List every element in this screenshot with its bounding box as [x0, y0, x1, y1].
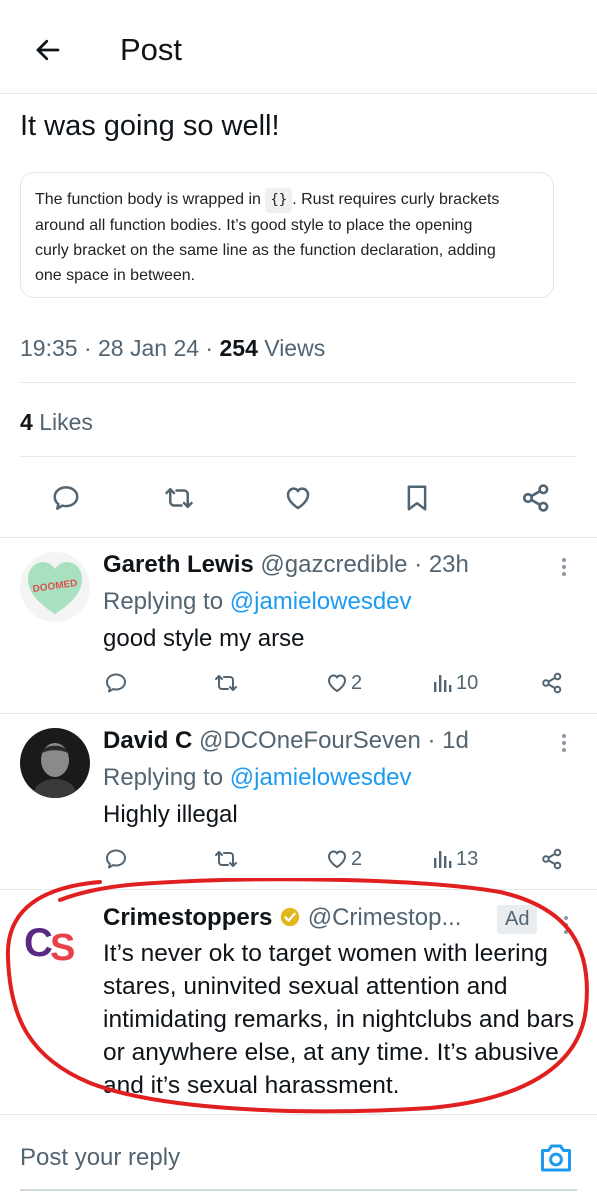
views-label: Views	[264, 335, 326, 361]
reply-views-button[interactable]: 10	[432, 671, 478, 695]
divider	[0, 713, 597, 714]
card-line1-post: . Rust requires curly brackets	[292, 191, 500, 208]
reply-author-line: Gareth Lewis @gazcredible · 23h	[103, 551, 469, 578]
card-line3: curly bracket on the same line as the fu…	[35, 242, 496, 259]
page-title: Post	[120, 32, 183, 67]
share-button[interactable]	[514, 476, 558, 520]
likes-count: 4	[20, 409, 33, 435]
like-count: 2	[351, 847, 363, 870]
camera-icon	[541, 1144, 571, 1172]
divider	[0, 537, 597, 538]
reply-share-button[interactable]	[540, 847, 564, 871]
author-name[interactable]: David C	[103, 727, 192, 754]
bookmark-icon	[407, 485, 427, 511]
likes-label: Likes	[39, 409, 93, 435]
reply-share-button[interactable]	[540, 671, 564, 695]
heart-icon	[286, 487, 310, 510]
reply-input[interactable]: Post your reply	[20, 1143, 180, 1173]
reply-underline	[20, 1189, 577, 1191]
more-options-icon[interactable]	[556, 728, 572, 758]
reply-like-button[interactable]: 2	[325, 671, 362, 695]
share-icon	[542, 672, 562, 694]
bar-chart-icon	[434, 851, 452, 868]
card-line4: one space in between.	[35, 267, 196, 284]
post-text: It was going so well!	[20, 110, 280, 142]
divider	[20, 382, 577, 383]
post-age: 1d	[442, 727, 469, 754]
reply-views-button[interactable]: 13	[432, 847, 478, 871]
post-date: 28 Jan 24	[98, 335, 200, 361]
reply-icon	[106, 849, 126, 869]
reply-text: Highly illegal	[103, 801, 238, 828]
divider	[20, 456, 577, 457]
avatar[interactable]: DOOMED	[20, 552, 90, 622]
reply-button[interactable]	[44, 476, 88, 520]
author-name[interactable]: Gareth Lewis	[103, 551, 254, 578]
reply-comment-button[interactable]	[104, 847, 128, 871]
bar-chart-icon	[434, 675, 452, 692]
like-button[interactable]	[276, 476, 320, 520]
view-count: 13	[456, 847, 479, 870]
red-highlight-ellipse	[5, 878, 589, 1114]
post-age: 23h	[428, 551, 469, 578]
embedded-text-card: The function body is wrapped in {}. Rust…	[20, 172, 554, 298]
view-count: 10	[456, 671, 479, 694]
replying-to-link[interactable]: @jamielowesdev	[230, 764, 412, 791]
reply-repost-button[interactable]	[213, 847, 239, 871]
share-icon	[522, 484, 549, 512]
repost-icon	[165, 488, 193, 508]
repost-icon	[215, 851, 237, 867]
reply-icon	[106, 673, 126, 693]
heart-icon	[328, 850, 346, 868]
more-options-icon[interactable]	[556, 552, 572, 582]
repost-icon	[215, 675, 237, 691]
person-photo-avatar-image	[20, 728, 90, 798]
candy-heart-avatar-image: DOOMED	[20, 552, 90, 622]
reply-repost-button[interactable]	[213, 671, 239, 695]
camera-button[interactable]	[537, 1140, 575, 1176]
back-button[interactable]	[28, 30, 68, 70]
reply-text: good style my arse	[103, 625, 305, 652]
post-time: 19:35	[20, 335, 78, 361]
repost-button[interactable]	[157, 476, 201, 520]
heart-icon	[328, 674, 346, 692]
replying-to-line: Replying to @jamielowesdev	[103, 763, 412, 793]
replying-prefix: Replying to	[103, 764, 224, 791]
card-line2: around all function bodies. It’s good st…	[35, 217, 473, 234]
bookmark-button[interactable]	[395, 476, 439, 520]
header-bar	[0, 0, 597, 94]
replying-to-link[interactable]: @jamielowesdev	[230, 588, 412, 615]
author-handle[interactable]: @DCOneFourSeven	[199, 727, 421, 754]
reply-comment-button[interactable]	[104, 671, 128, 695]
reply-icon	[53, 486, 79, 510]
reply-author-line: David C @DCOneFourSeven · 1d	[103, 727, 469, 754]
divider	[0, 1114, 597, 1115]
avatar[interactable]	[20, 728, 90, 798]
reply-like-button[interactable]: 2	[325, 847, 362, 871]
replying-to-line: Replying to @jamielowesdev	[103, 587, 412, 617]
like-count: 2	[351, 671, 363, 694]
arrow-left-icon	[36, 39, 60, 61]
card-line1-pre: The function body is wrapped in	[35, 191, 261, 208]
card-code: {}	[265, 188, 293, 213]
likes-summary[interactable]: 4 Likes	[20, 407, 93, 437]
post-meta: 19:35 · 28 Jan 24 · 254 Views	[20, 335, 326, 361]
replying-prefix: Replying to	[103, 588, 224, 615]
author-handle[interactable]: @gazcredible	[260, 551, 407, 578]
share-icon	[542, 848, 562, 870]
views-count: 254	[219, 335, 258, 361]
